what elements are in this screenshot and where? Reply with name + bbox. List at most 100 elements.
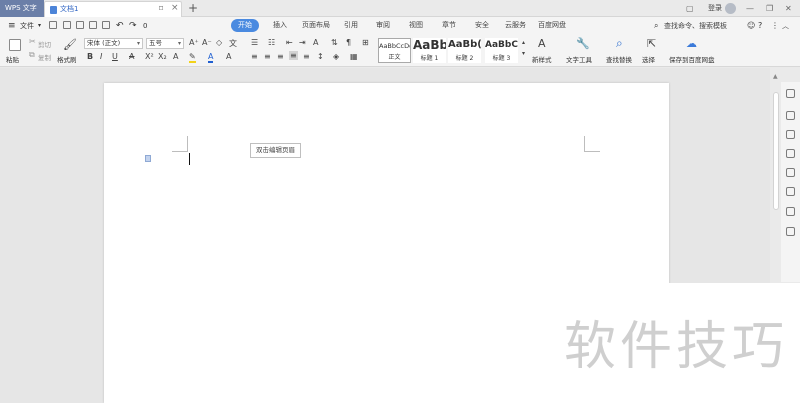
new-style-button[interactable]: 新样式 — [532, 54, 552, 64]
history-icon[interactable] — [786, 207, 795, 216]
tab-references[interactable]: 引用 — [337, 19, 365, 32]
bold-icon[interactable]: B — [87, 52, 93, 61]
tab-chapter[interactable]: 章节 — [435, 19, 463, 32]
outline-icon[interactable] — [786, 168, 795, 177]
style-heading-3[interactable]: AaBbC 标题 3 — [485, 38, 518, 63]
paragraph-layout-icon[interactable] — [145, 155, 151, 162]
find-replace-button[interactable]: 查找替换 — [606, 54, 632, 64]
tab-page-layout[interactable]: 页面布局 — [295, 19, 337, 32]
emoji-icon[interactable]: ☺ — [747, 17, 755, 35]
subscript-icon[interactable]: X₂ — [158, 52, 167, 61]
table-grid-icon[interactable]: ⊞ — [362, 38, 369, 47]
superscript-icon[interactable]: X² — [145, 52, 154, 61]
increase-indent-icon[interactable]: ⇥ — [299, 38, 306, 47]
text-effect-icon[interactable]: A — [173, 52, 178, 61]
distributed-icon[interactable]: ≡ — [303, 52, 310, 61]
undo-icon[interactable]: ↶ — [116, 17, 124, 35]
format-painter-button[interactable]: 格式刷 — [57, 54, 77, 64]
save-icon[interactable] — [63, 21, 71, 29]
header-edit-hint[interactable]: 双击编辑页眉 — [250, 143, 301, 158]
style-heading-2[interactable]: AaBb( 标题 2 — [448, 38, 481, 63]
tab-pin-icon[interactable]: ⌑ — [159, 4, 163, 13]
shading-icon[interactable]: ◈ — [333, 52, 339, 61]
tab-security[interactable]: 安全 — [468, 19, 496, 32]
wrench-icon[interactable]: 🔧 — [576, 37, 590, 50]
find-replace-icon[interactable]: ⌕ — [616, 36, 623, 51]
adjust-icon[interactable] — [786, 187, 795, 196]
shrink-font-icon[interactable]: A⁻ — [202, 38, 212, 47]
app-tab[interactable]: WPS 文字 — [0, 0, 44, 17]
font-name-select[interactable]: 宋体 (正文) ▾ — [84, 38, 143, 49]
paste-button[interactable]: 粘贴 — [6, 54, 19, 64]
phonetic-icon[interactable]: 文 — [229, 38, 237, 49]
new-style-icon[interactable]: A — [538, 37, 546, 50]
file-menu[interactable]: 文件 — [20, 17, 34, 35]
clear-format-icon[interactable]: ◇ — [216, 38, 222, 47]
share-icon[interactable] — [786, 149, 795, 158]
text-tools-button[interactable]: 文字工具 — [566, 54, 592, 64]
cut-icon[interactable]: ✂ — [29, 37, 36, 46]
more-icon[interactable]: ⋮ — [771, 17, 779, 35]
login-link[interactable]: 登录 — [708, 0, 722, 17]
scroll-up-icon[interactable]: ▲ — [773, 73, 778, 80]
baidu-cloud-icon[interactable]: ☁ — [686, 37, 697, 50]
tab-baidu-netdisk[interactable]: 百度网盘 — [531, 19, 573, 32]
copy-button[interactable]: 复制 — [38, 52, 51, 62]
chinese-layout-icon[interactable]: A — [313, 38, 318, 47]
gallery-expand-icon[interactable]: ▾ — [522, 50, 525, 57]
select-button[interactable]: 选择 — [642, 54, 655, 64]
underline-icon[interactable]: U — [112, 52, 118, 61]
tab-review[interactable]: 审阅 — [369, 19, 397, 32]
close-window-icon[interactable]: ✕ — [785, 0, 792, 17]
print-icon[interactable] — [89, 21, 97, 29]
window-layout-icon[interactable]: ▢ — [686, 0, 694, 17]
align-center-icon[interactable]: ≡ — [264, 52, 271, 61]
search-icon[interactable]: ⌕ — [654, 17, 658, 35]
export-pdf-icon[interactable] — [76, 21, 84, 29]
lock-icon[interactable] — [786, 130, 795, 139]
tab-view[interactable]: 视图 — [402, 19, 430, 32]
cut-button[interactable]: 剪切 — [38, 39, 51, 49]
align-right-icon[interactable]: ≡ — [277, 52, 284, 61]
font-size-select[interactable]: 五号 ▾ — [146, 38, 184, 49]
bullet-list-icon[interactable]: ☰ — [251, 38, 258, 47]
pen-icon[interactable] — [786, 89, 795, 98]
avatar[interactable] — [725, 3, 736, 14]
decrease-indent-icon[interactable]: ⇤ — [286, 38, 293, 47]
collapse-ribbon-icon[interactable]: ︿ — [782, 17, 789, 35]
restore-icon[interactable]: ❐ — [766, 0, 773, 17]
tab-insert[interactable]: 插入 — [266, 19, 294, 32]
backup-icon[interactable] — [786, 227, 795, 236]
tab-cloud-service[interactable]: 云服务 — [498, 19, 533, 32]
borders-icon[interactable]: ▦ — [350, 52, 358, 61]
char-shading-icon[interactable]: A — [226, 52, 231, 61]
font-color-icon[interactable]: A — [208, 52, 214, 63]
tab-close-icon[interactable]: × — [171, 3, 179, 13]
open-icon[interactable] — [49, 21, 57, 29]
new-tab-button[interactable]: + — [188, 0, 198, 16]
numbered-list-icon[interactable]: ☷ — [268, 38, 275, 47]
paste-icon[interactable] — [9, 39, 21, 51]
menu-hamburger-icon[interactable]: ≡ — [8, 17, 16, 35]
redo-icon[interactable]: ↷ — [129, 17, 137, 35]
show-marks-icon[interactable]: ¶ — [346, 38, 351, 47]
command-search[interactable]: 查找命令、搜索模板 — [664, 17, 727, 35]
help-icon[interactable]: ? — [758, 17, 762, 35]
gallery-scroll-up-icon[interactable]: ▴ — [522, 39, 525, 46]
cursor-icon[interactable] — [786, 111, 795, 120]
vertical-scrollbar[interactable] — [773, 92, 779, 210]
minimize-icon[interactable]: — — [746, 0, 754, 17]
tab-home[interactable]: 开始 — [231, 19, 259, 32]
line-spacing-icon[interactable]: ↕ — [317, 52, 324, 61]
italic-icon[interactable]: I — [100, 52, 102, 61]
sort-icon[interactable]: ⇅ — [331, 38, 338, 47]
copy-icon[interactable]: ⧉ — [29, 50, 35, 60]
save-to-baidu-button[interactable]: 保存到百度网盘 — [669, 54, 715, 64]
align-left-icon[interactable]: ≡ — [251, 52, 258, 61]
justify-icon[interactable]: ≡ — [289, 51, 298, 60]
document-tab[interactable]: 文档1 ⌑ × — [44, 1, 182, 17]
print-preview-icon[interactable] — [102, 21, 110, 29]
highlight-icon[interactable]: ✎ — [189, 52, 196, 63]
strikethrough-icon[interactable]: A — [129, 52, 134, 61]
grow-font-icon[interactable]: A⁺ — [189, 38, 199, 47]
